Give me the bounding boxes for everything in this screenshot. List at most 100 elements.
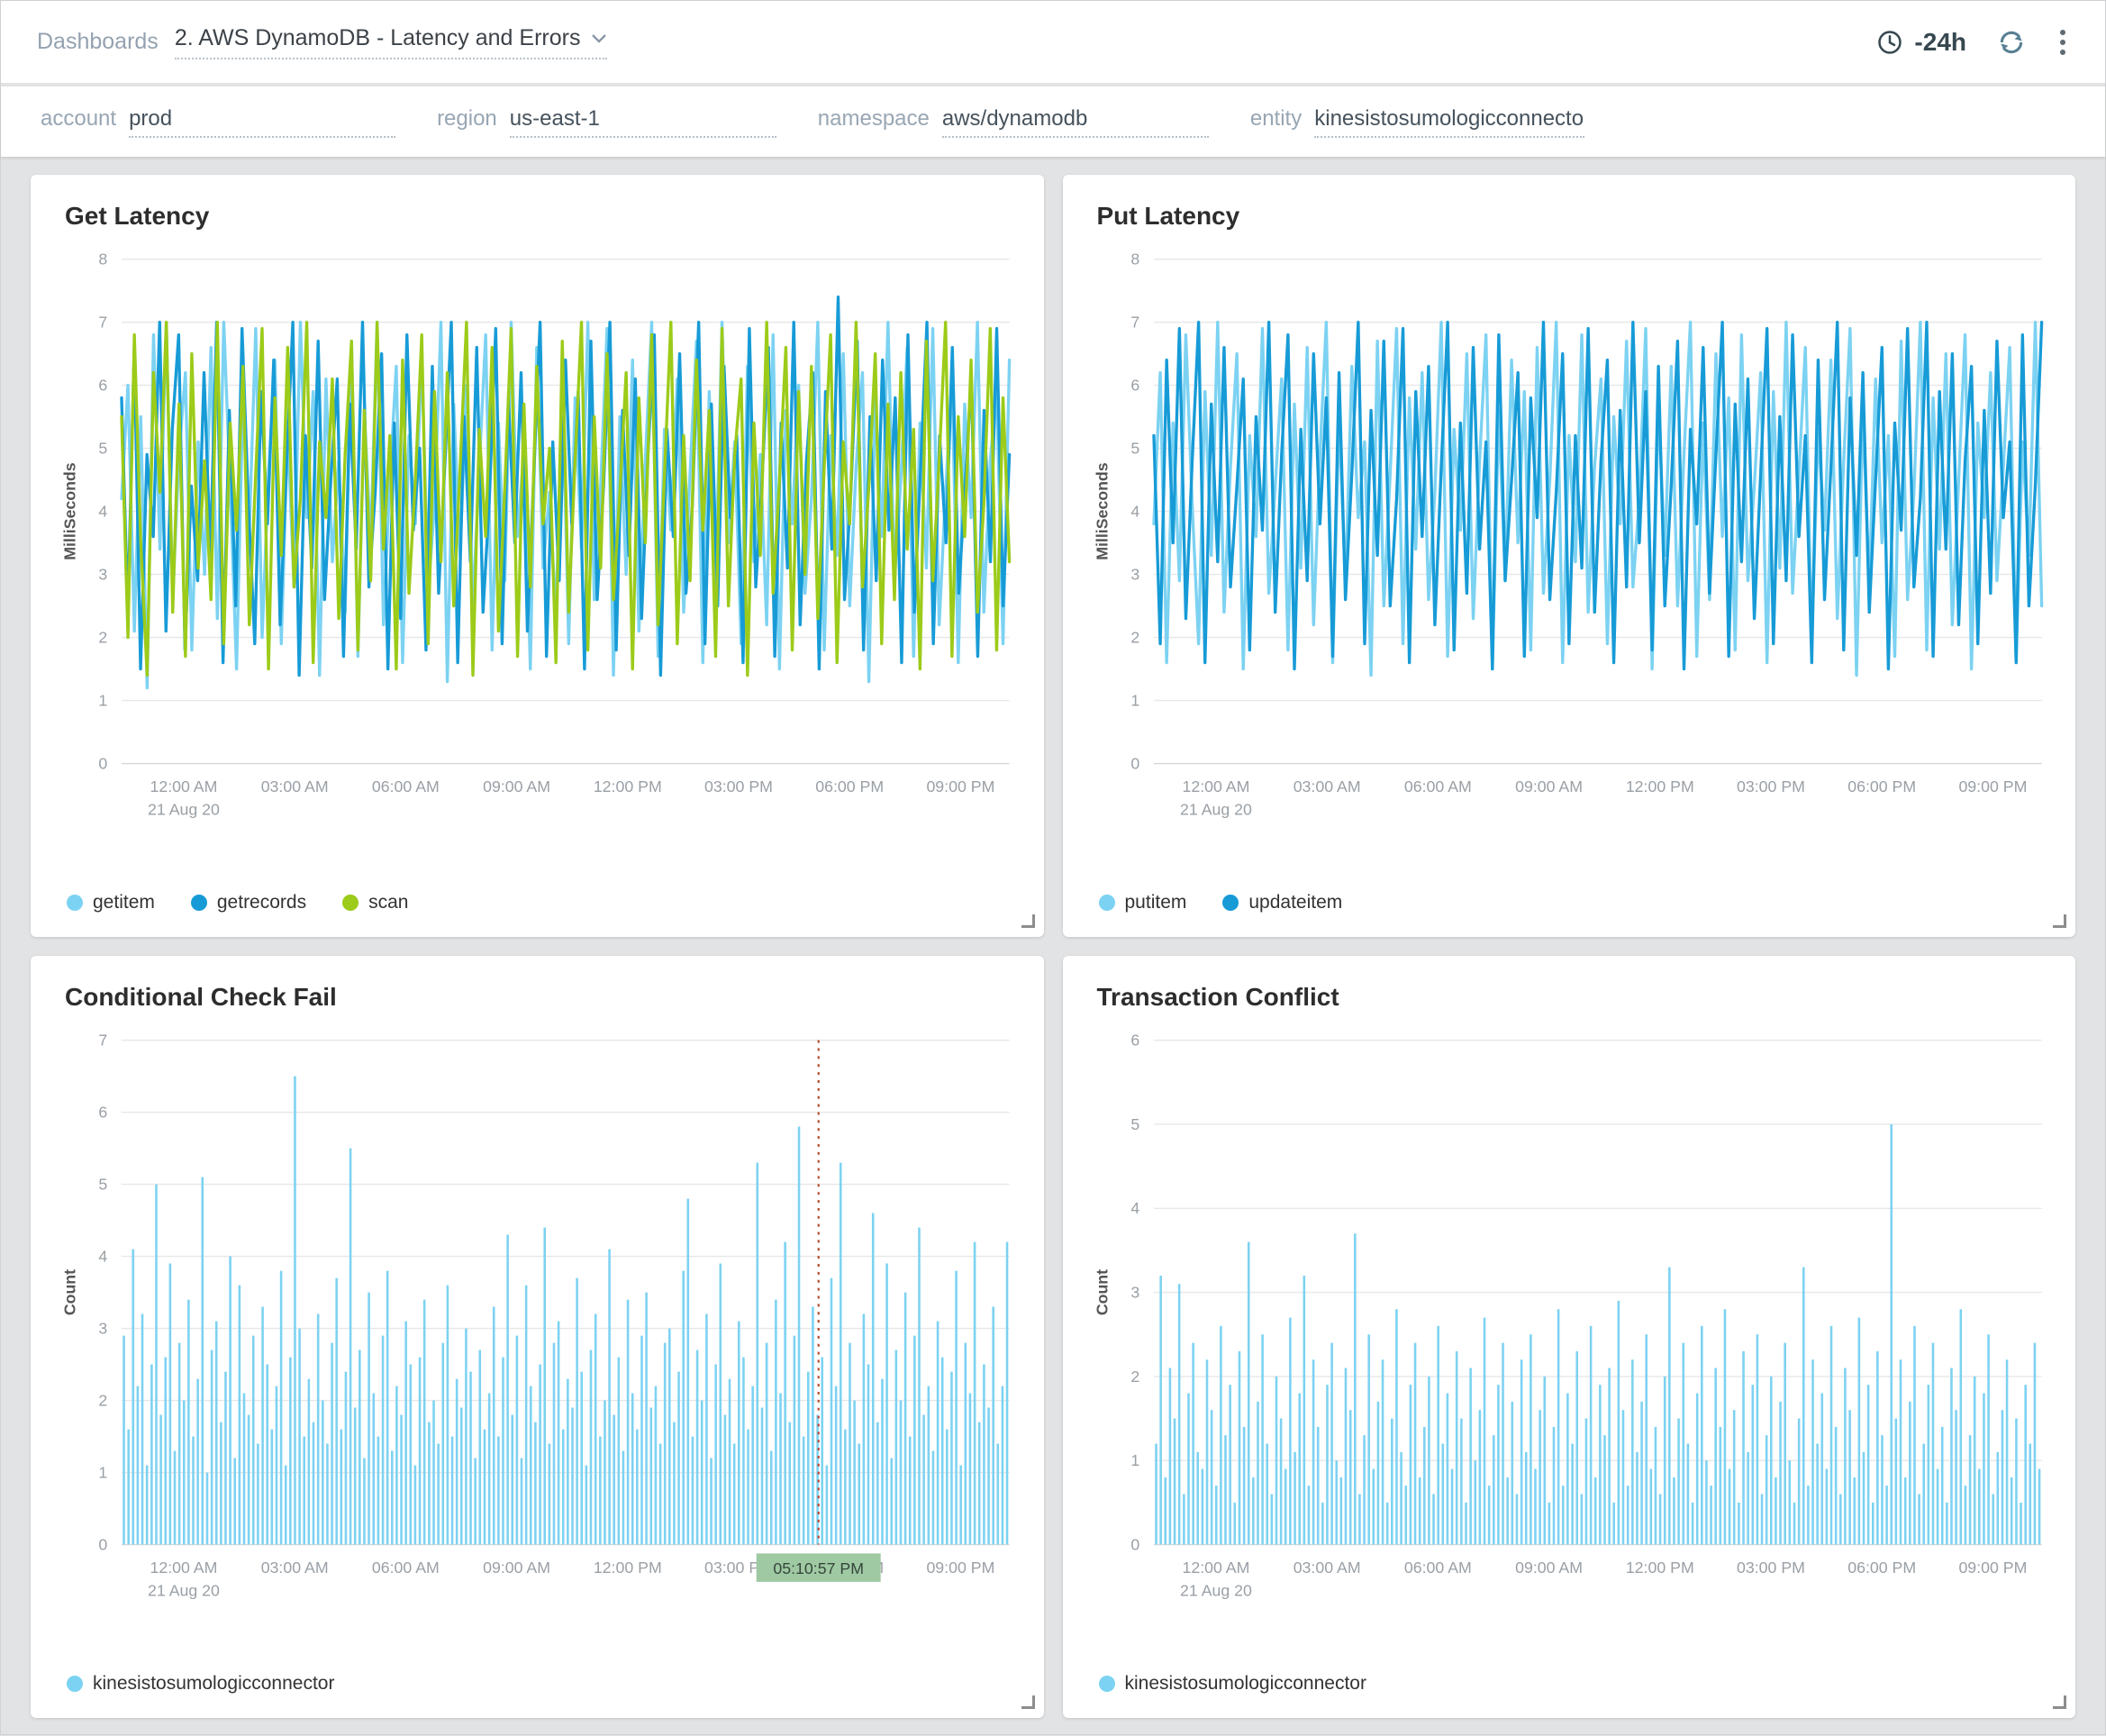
svg-text:03:00 AM: 03:00 AM bbox=[1293, 1559, 1360, 1577]
panel-title: Transaction Conflict bbox=[1097, 983, 2049, 1012]
svg-text:MilliSeconds: MilliSeconds bbox=[1093, 462, 1111, 560]
svg-text:12:00 PM: 12:00 PM bbox=[1625, 777, 1693, 795]
svg-text:05:10:57 PM: 05:10:57 PM bbox=[773, 1559, 864, 1577]
resize-corner-icon[interactable] bbox=[1021, 914, 1035, 928]
legend-item[interactable]: updateitem bbox=[1222, 892, 1342, 913]
svg-text:06:00 PM: 06:00 PM bbox=[815, 777, 884, 795]
svg-text:09:00 PM: 09:00 PM bbox=[1958, 1559, 2027, 1577]
filter-region-label: region bbox=[437, 106, 497, 132]
svg-text:3: 3 bbox=[1130, 1283, 1139, 1301]
svg-text:2: 2 bbox=[1130, 1368, 1139, 1386]
filter-entity-label: entity bbox=[1250, 106, 1302, 132]
legend-color-dot bbox=[1099, 895, 1115, 911]
breadcrumb[interactable]: Dashboards bbox=[37, 29, 159, 55]
svg-text:5: 5 bbox=[98, 1176, 107, 1194]
get-latency-chart[interactable]: 012345678MilliSeconds12:00 AM21 Aug 2003… bbox=[58, 238, 1017, 888]
svg-text:6: 6 bbox=[1130, 377, 1139, 395]
svg-text:6: 6 bbox=[1130, 1032, 1139, 1050]
refresh-button[interactable] bbox=[1997, 28, 2026, 57]
svg-text:3: 3 bbox=[1130, 565, 1139, 583]
legend-label: putitem bbox=[1125, 892, 1187, 913]
filter-namespace-value[interactable]: aws/dynamodb bbox=[942, 106, 1209, 138]
filter-account: account prod bbox=[41, 106, 395, 138]
svg-text:2: 2 bbox=[1130, 628, 1139, 646]
svg-text:12:00 PM: 12:00 PM bbox=[594, 777, 662, 795]
svg-text:09:00 AM: 09:00 AM bbox=[483, 1559, 550, 1577]
top-bar: Dashboards 2. AWS DynamoDB - Latency and… bbox=[1, 1, 2105, 84]
svg-text:03:00 PM: 03:00 PM bbox=[1737, 777, 1805, 795]
svg-text:06:00 PM: 06:00 PM bbox=[1847, 1559, 1916, 1577]
svg-text:6: 6 bbox=[98, 1104, 107, 1122]
legend-label: getrecords bbox=[217, 892, 306, 913]
dashboard-grid: Get Latency 012345678MilliSeconds12:00 A… bbox=[1, 157, 2105, 1736]
svg-text:09:00 AM: 09:00 AM bbox=[1515, 777, 1583, 795]
svg-text:09:00 PM: 09:00 PM bbox=[926, 1559, 994, 1577]
svg-text:09:00 PM: 09:00 PM bbox=[926, 777, 994, 795]
resize-corner-icon[interactable] bbox=[2053, 1695, 2066, 1709]
refresh-icon bbox=[1997, 28, 2026, 57]
transaction-conflict-chart[interactable]: 0123456Count12:00 AM21 Aug 2003:00 AM06:… bbox=[1090, 1019, 2049, 1669]
filter-entity-value[interactable]: kinesistosumologicconnector bbox=[1314, 106, 1584, 138]
chart-legend: getitem getrecords scan bbox=[58, 888, 1017, 924]
time-range-label: -24h bbox=[1914, 28, 1966, 57]
clock-icon bbox=[1876, 29, 1903, 56]
resize-corner-icon[interactable] bbox=[1021, 1695, 1035, 1709]
legend-item[interactable]: kinesistosumologicconnector bbox=[67, 1673, 334, 1695]
svg-text:1: 1 bbox=[1130, 1451, 1139, 1469]
svg-text:03:00 AM: 03:00 AM bbox=[261, 1559, 329, 1577]
svg-text:0: 0 bbox=[98, 754, 107, 772]
conditional-check-fail-chart[interactable]: 01234567Count12:00 AM21 Aug 2003:00 AM06… bbox=[58, 1019, 1017, 1669]
svg-text:1: 1 bbox=[98, 691, 107, 709]
svg-text:12:00 AM: 12:00 AM bbox=[1182, 1559, 1249, 1577]
svg-text:09:00 AM: 09:00 AM bbox=[1515, 1559, 1583, 1577]
svg-text:03:00 PM: 03:00 PM bbox=[1737, 1559, 1805, 1577]
svg-text:21 Aug 20: 21 Aug 20 bbox=[1180, 801, 1252, 819]
put-latency-chart[interactable]: 012345678MilliSeconds12:00 AM21 Aug 2003… bbox=[1090, 238, 2049, 888]
svg-text:4: 4 bbox=[98, 1248, 107, 1266]
legend-item[interactable]: scan bbox=[342, 892, 408, 913]
svg-text:21 Aug 20: 21 Aug 20 bbox=[148, 801, 220, 819]
legend-item[interactable]: putitem bbox=[1099, 892, 1187, 913]
legend-label: kinesistosumologicconnector bbox=[93, 1673, 334, 1695]
legend-color-dot bbox=[342, 895, 359, 911]
filter-region-value[interactable]: us-east-1 bbox=[510, 106, 776, 138]
legend-item[interactable]: getitem bbox=[67, 892, 155, 913]
svg-text:0: 0 bbox=[98, 1535, 107, 1553]
svg-text:12:00 PM: 12:00 PM bbox=[594, 1559, 662, 1577]
svg-text:12:00 AM: 12:00 AM bbox=[1182, 777, 1249, 795]
svg-text:1: 1 bbox=[98, 1463, 107, 1481]
panel-conditional-check-fail: Conditional Check Fail 01234567Count12:0… bbox=[31, 956, 1044, 1718]
svg-text:3: 3 bbox=[98, 565, 107, 583]
svg-text:0: 0 bbox=[1130, 1535, 1139, 1553]
legend-item[interactable]: kinesistosumologicconnector bbox=[1099, 1673, 1366, 1695]
svg-text:21 Aug 20: 21 Aug 20 bbox=[148, 1582, 220, 1600]
chart-legend: kinesistosumologicconnector bbox=[58, 1669, 1017, 1705]
dashboard-title-dropdown[interactable]: 2. AWS DynamoDB - Latency and Errors bbox=[175, 25, 608, 59]
filter-namespace: namespace aws/dynamodb bbox=[818, 106, 1209, 138]
svg-text:5: 5 bbox=[1130, 1115, 1139, 1133]
svg-text:03:00 PM: 03:00 PM bbox=[704, 777, 773, 795]
legend-label: kinesistosumologicconnector bbox=[1125, 1673, 1366, 1695]
chart-legend: putitem updateitem bbox=[1090, 888, 2049, 924]
filter-account-value[interactable]: prod bbox=[129, 106, 395, 138]
svg-text:7: 7 bbox=[98, 1032, 107, 1050]
legend-color-dot bbox=[191, 895, 207, 911]
legend-label: getitem bbox=[93, 892, 155, 913]
svg-text:MilliSeconds: MilliSeconds bbox=[61, 462, 79, 560]
svg-text:7: 7 bbox=[1130, 314, 1139, 332]
svg-text:Count: Count bbox=[61, 1269, 79, 1315]
svg-text:2: 2 bbox=[98, 1391, 107, 1409]
svg-text:21 Aug 20: 21 Aug 20 bbox=[1180, 1582, 1252, 1600]
svg-text:0: 0 bbox=[1130, 754, 1139, 772]
svg-text:5: 5 bbox=[98, 440, 107, 458]
filter-entity: entity kinesistosumologicconnector bbox=[1250, 106, 1584, 138]
resize-corner-icon[interactable] bbox=[2053, 914, 2066, 928]
time-range-button[interactable]: -24h bbox=[1876, 28, 1966, 57]
legend-item[interactable]: getrecords bbox=[191, 892, 306, 913]
svg-text:06:00 AM: 06:00 AM bbox=[372, 777, 440, 795]
kebab-menu-icon[interactable] bbox=[2056, 26, 2069, 59]
svg-text:12:00 AM: 12:00 AM bbox=[150, 1559, 217, 1577]
panel-title: Put Latency bbox=[1097, 202, 2049, 231]
svg-text:5: 5 bbox=[1130, 440, 1139, 458]
filter-bar: account prod region us-east-1 namespace … bbox=[1, 86, 2105, 157]
